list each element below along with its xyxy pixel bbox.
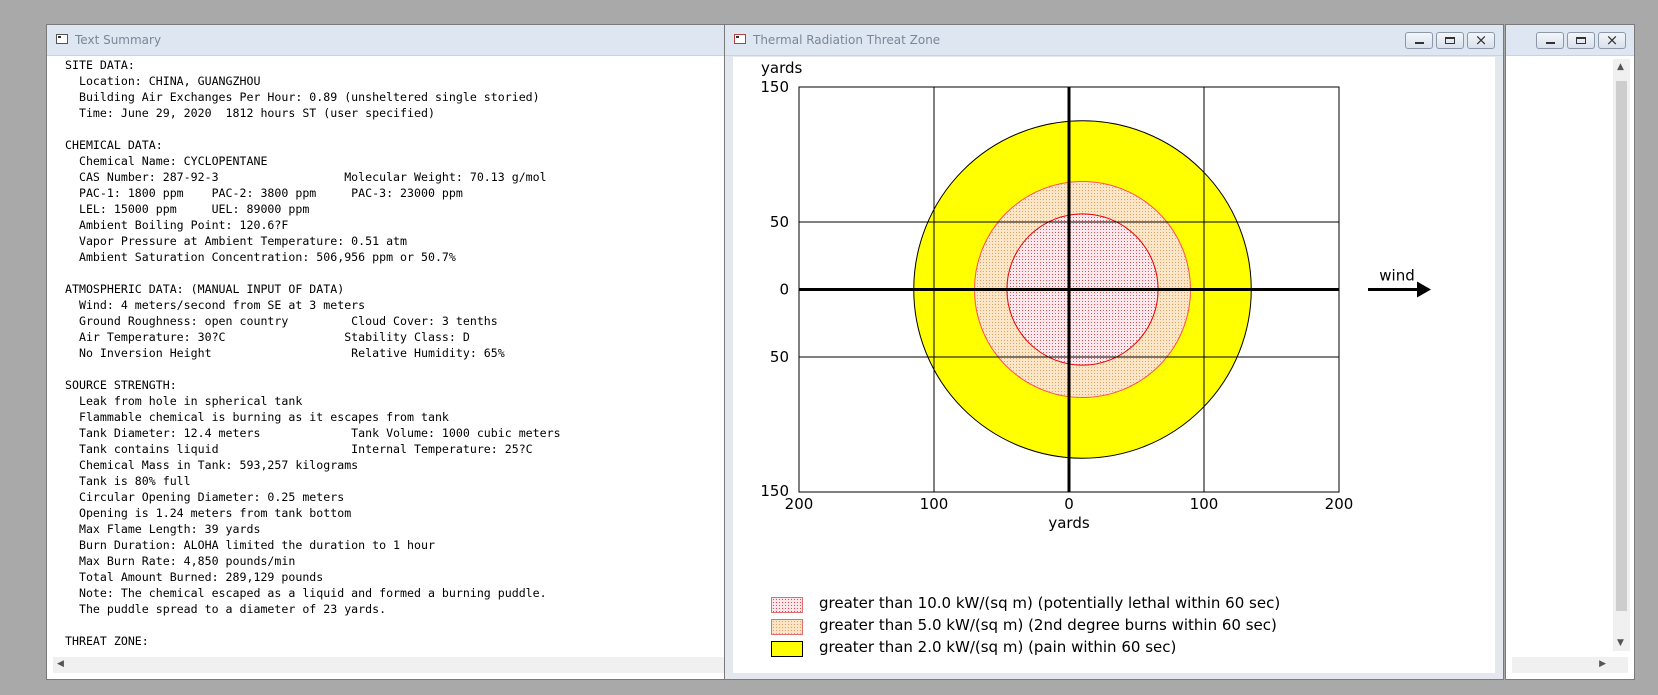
text-summary-window: Text Summary SITE DATA: Location: CHINA,… xyxy=(46,24,746,680)
text-line: Flammable chemical is burning as it esca… xyxy=(65,410,449,424)
text-line: Vapor Pressure at Ambient Temperature: 0… xyxy=(65,234,408,248)
threat-zone-icon xyxy=(734,34,746,44)
text-line: Circular Opening Diameter: 0.25 meters xyxy=(65,490,345,504)
wind-arrow-icon xyxy=(1417,281,1431,298)
minimize-icon[interactable] xyxy=(1536,32,1564,49)
text-line: Tank contains liquid Internal Temperatur… xyxy=(65,442,533,456)
text-line: Note: The chemical escaped as a liquid a… xyxy=(65,586,547,600)
horizontal-scrollbar[interactable]: ▶ xyxy=(1512,657,1628,673)
text-line: Ground Roughness: open country Cloud Cov… xyxy=(65,314,498,328)
threat-zone-window: Thermal Radiation Threat Zone 200 100 0 100… xyxy=(724,24,1504,680)
text-line: CHEMICAL DATA: xyxy=(65,138,163,152)
vertical-scrollbar[interactable]: ▲ ▼ xyxy=(1613,59,1630,651)
x-tick-label: 0 xyxy=(1064,495,1074,513)
close-icon[interactable] xyxy=(1598,31,1626,49)
text-line: Air Temperature: 30?C Stability Class: D xyxy=(65,330,470,344)
threat-zone-plot-area: 200 100 0 100 200 150 50 0 50 150 yards yards wind g… xyxy=(733,57,1495,673)
text-line: Opening is 1.24 meters from tank bottom xyxy=(65,506,352,520)
text-line: Ambient Boiling Point: 120.6?F xyxy=(65,218,289,232)
text-line: THREAT ZONE: xyxy=(65,634,149,648)
threat-zone-chart: 200 100 0 100 20015050050150yardsyardswind xyxy=(760,59,1431,532)
text-line: PAC-1: 1800 ppm PAC-2: 3800 ppm PAC-3: 2… xyxy=(65,186,463,200)
y-tick-label: 50 xyxy=(770,348,789,366)
legend-label: greater than 10.0 kW/(sq m) (potentially… xyxy=(819,594,1281,612)
text-line: Time: June 29, 2020 1812 hours ST (user … xyxy=(65,106,435,120)
text-line xyxy=(65,617,561,633)
text-line: Tank is 80% full xyxy=(65,474,191,488)
x-tick-label: 100 xyxy=(920,495,949,513)
maximize-icon[interactable] xyxy=(1436,32,1464,49)
y-tick-label: 150 xyxy=(760,78,789,96)
legend-swatch xyxy=(771,619,803,635)
text-line: Max Burn Rate: 4,850 pounds/min xyxy=(65,554,296,568)
scroll-up-icon[interactable]: ▲ xyxy=(1617,62,1624,72)
horizontal-scrollbar[interactable]: ◀ xyxy=(53,657,739,673)
text-line: SOURCE STRENGTH: xyxy=(65,378,177,392)
maximize-icon[interactable] xyxy=(1567,32,1595,49)
y-tick-label: 0 xyxy=(779,281,789,299)
minimize-icon[interactable] xyxy=(1405,32,1433,49)
text-line: Burn Duration: ALOHA limited the duratio… xyxy=(65,538,435,552)
threat-zone-titlebar[interactable]: Thermal Radiation Threat Zone xyxy=(725,25,1503,56)
scroll-right-icon[interactable]: ▶ xyxy=(1599,659,1606,669)
text-line: Tank Diameter: 12.4 meters Tank Volume: … xyxy=(65,426,561,440)
wind-label: wind xyxy=(1379,267,1414,285)
text-line: Ambient Saturation Concentration: 506,95… xyxy=(65,250,456,264)
text-line xyxy=(65,265,561,281)
text-line: No Inversion Height Relative Humidity: 6… xyxy=(65,346,505,360)
text-summary-body: SITE DATA: Location: CHINA, GUANGZHOU Bu… xyxy=(65,57,561,649)
text-line: Wind: 4 meters/second from SE at 3 meter… xyxy=(65,298,366,312)
text-line: Location: CHINA, GUANGZHOU xyxy=(65,74,261,88)
text-line: LEL: 15000 ppm UEL: 89000 ppm xyxy=(65,202,310,216)
text-line: SITE DATA: xyxy=(65,58,135,72)
window-title: Thermal Radiation Threat Zone xyxy=(753,33,941,47)
window-title: Text Summary xyxy=(75,33,162,47)
text-line: Chemical Mass in Tank: 593,257 kilograms xyxy=(65,458,359,472)
text-line xyxy=(65,361,561,377)
text-line: Leak from hole in spherical tank xyxy=(65,394,303,408)
y-tick-label: 150 xyxy=(760,482,789,500)
legend-swatch xyxy=(771,597,803,613)
legend-swatch xyxy=(771,641,803,657)
text-line: Chemical Name: CYCLOPENTANE xyxy=(65,154,268,168)
text-line: The puddle spread to a diameter of 23 ya… xyxy=(65,602,387,616)
text-line: Total Amount Burned: 289,129 pounds xyxy=(65,570,324,584)
scroll-down-icon[interactable]: ▼ xyxy=(1617,638,1624,648)
close-icon[interactable] xyxy=(1467,31,1495,49)
text-line: Max Flame Length: 39 yards xyxy=(65,522,261,536)
y-tick-label: 50 xyxy=(770,213,789,231)
text-line: ATMOSPHERIC DATA: (MANUAL INPUT OF DATA) xyxy=(65,282,345,296)
scroll-left-icon[interactable]: ◀ xyxy=(57,659,64,669)
x-tick-label: 100 xyxy=(1190,495,1219,513)
y-axis-label: yards xyxy=(761,59,802,77)
text-line: CAS Number: 287-92-3 Molecular Weight: 7… xyxy=(65,170,547,184)
x-axis-label: yards xyxy=(1048,514,1089,532)
text-line xyxy=(65,121,561,137)
legend-label: greater than 2.0 kW/(sq m) (pain within … xyxy=(819,638,1177,656)
text-summary-titlebar[interactable]: Text Summary xyxy=(47,25,745,56)
text-line: Building Air Exchanges Per Hour: 0.89 (u… xyxy=(65,90,540,104)
x-tick-label: 200 xyxy=(1325,495,1354,513)
background-window-titlebar[interactable] xyxy=(1506,25,1634,56)
background-window: ▲ ▼ ▶ xyxy=(1505,24,1635,680)
text-document-icon xyxy=(56,34,68,44)
scrollbar-thumb[interactable] xyxy=(1616,81,1627,611)
legend-label: greater than 5.0 kW/(sq m) (2nd degree b… xyxy=(819,616,1277,634)
